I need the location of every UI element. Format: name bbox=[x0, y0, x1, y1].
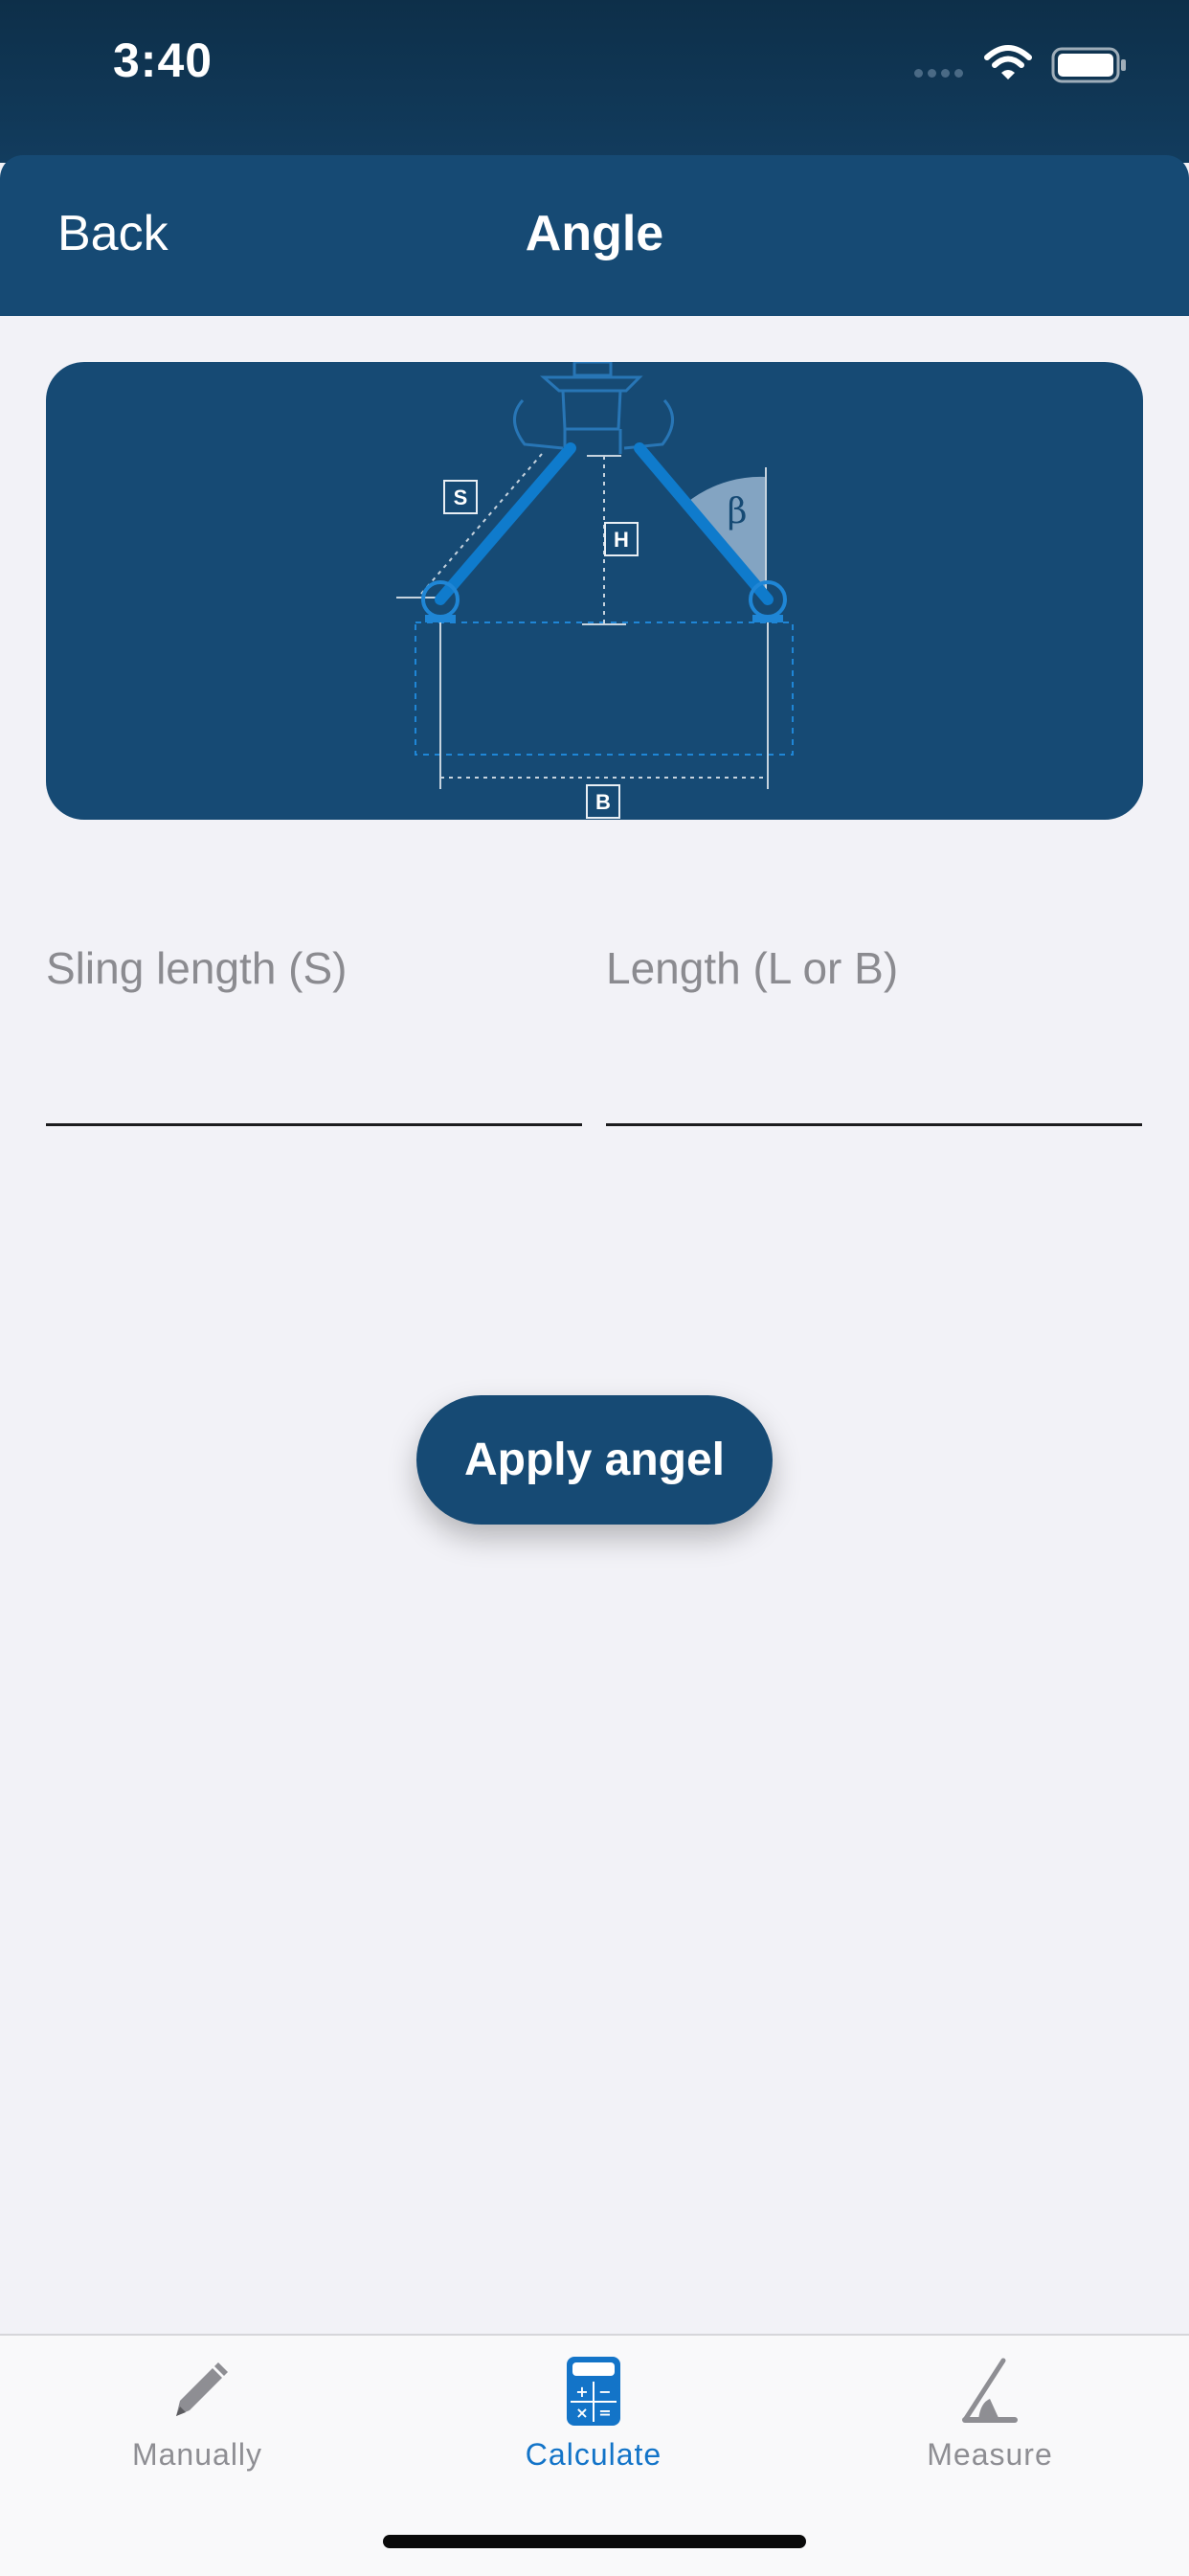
sling-length-underline bbox=[46, 1123, 582, 1126]
tab-measure-label: Measure bbox=[927, 2437, 1053, 2472]
apply-angle-button[interactable]: Apply angel bbox=[416, 1395, 773, 1525]
svg-text:+: + bbox=[575, 2383, 588, 2401]
battery-icon bbox=[1051, 47, 1126, 83]
label-s: S bbox=[454, 486, 468, 509]
sling-length-label: Sling length (S) bbox=[46, 943, 348, 993]
label-h: H bbox=[614, 528, 629, 552]
cellular-signal-icon bbox=[914, 69, 963, 78]
sling-length-input[interactable] bbox=[46, 1025, 582, 1101]
svg-text:×: × bbox=[575, 2404, 588, 2422]
tab-measure[interactable]: Measure bbox=[846, 2353, 1133, 2497]
page-title: Angle bbox=[525, 206, 664, 261]
pencil-icon bbox=[176, 2362, 228, 2416]
navigation-bar: Back Angle bbox=[0, 155, 1189, 316]
status-bar: 3:40 bbox=[0, 0, 1189, 163]
length-field: Length (L or B) bbox=[606, 919, 1142, 1126]
status-time: 3:40 bbox=[113, 34, 213, 87]
wifi-icon bbox=[984, 45, 1032, 79]
angle-beta-symbol: β bbox=[728, 492, 748, 531]
length-underline bbox=[606, 1123, 1142, 1126]
angle-measure-icon bbox=[962, 2358, 1018, 2423]
length-input[interactable] bbox=[606, 1025, 1142, 1101]
tab-manually[interactable]: Manually bbox=[54, 2353, 341, 2497]
tab-manually-label: Manually bbox=[131, 2437, 263, 2472]
home-indicator bbox=[383, 2535, 806, 2548]
label-b: B bbox=[595, 790, 611, 814]
svg-text:=: = bbox=[598, 2404, 611, 2422]
sling-angle-diagram: S H B β bbox=[46, 362, 1143, 820]
calculator-icon: + − × = bbox=[567, 2357, 620, 2426]
sling-length-field: Sling length (S) bbox=[46, 919, 582, 1126]
sling-angle-illustration: S H B β bbox=[396, 362, 794, 819]
length-label: Length (L or B) bbox=[606, 943, 899, 993]
svg-text:−: − bbox=[598, 2383, 611, 2401]
tab-calculate[interactable]: + − × = Calculate bbox=[450, 2353, 737, 2497]
tab-calculate-label: Calculate bbox=[525, 2437, 662, 2472]
